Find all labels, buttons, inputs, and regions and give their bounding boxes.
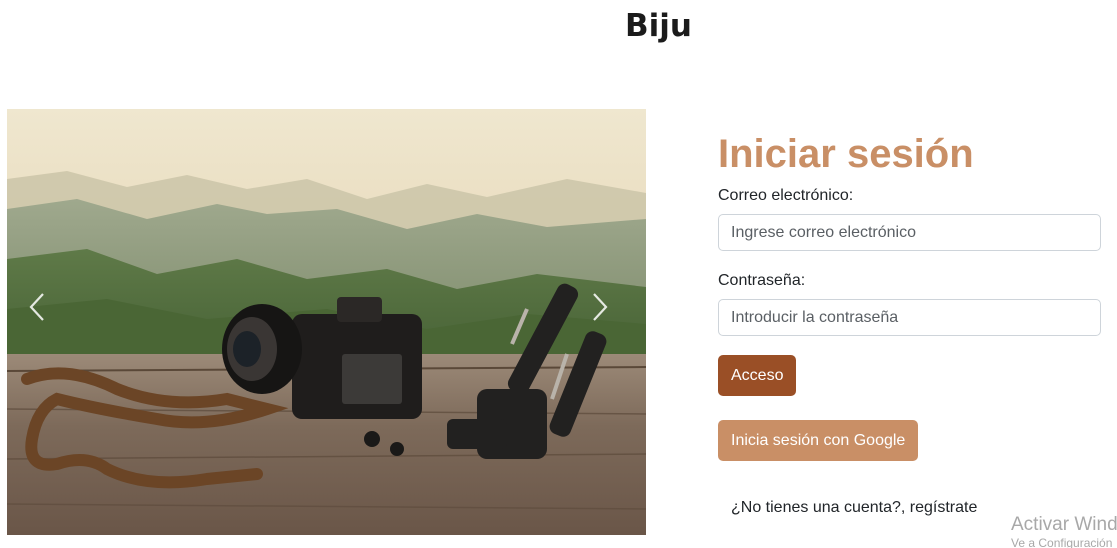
access-button[interactable]: Acceso [718,355,797,396]
image-carousel[interactable] [7,109,646,535]
google-signin-button[interactable]: Inicia sesión con Google [718,420,919,461]
watermark-line-2: Ve a Configuración [1011,536,1113,548]
carousel-image-camera [7,109,646,535]
email-label: Correo electrónico: [718,187,854,204]
brand-title: Biju [625,8,692,44]
email-field[interactable] [718,214,1101,251]
password-field[interactable] [718,299,1101,336]
password-label: Contraseña: [718,272,806,289]
chevron-right-icon [593,293,608,321]
login-form: Iniciar sesión Correo electrónico: Contr… [718,130,1101,516]
chevron-left-icon [29,293,44,321]
login-title: Iniciar sesión [718,132,974,176]
carousel-prev-button[interactable] [17,279,57,335]
windows-activation-watermark: Activar Wind Ve a Configuración [1011,514,1117,548]
register-link[interactable]: ¿No tienes una cuenta?, regístrate [731,499,977,517]
watermark-line-1: Activar Wind [1011,514,1117,535]
carousel-next-button[interactable] [580,279,620,335]
